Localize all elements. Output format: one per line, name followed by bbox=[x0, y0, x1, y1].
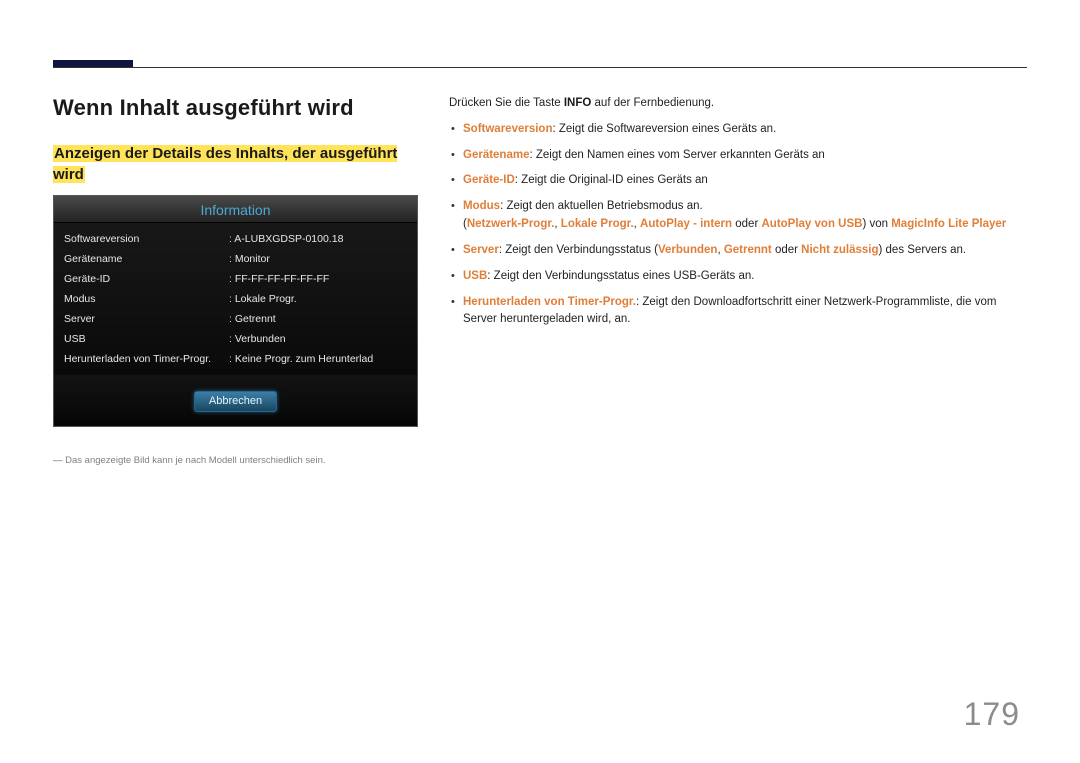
intro-text: Drücken Sie die Taste INFO auf der Fernb… bbox=[449, 95, 1027, 113]
table-row: USBVerbunden bbox=[64, 329, 407, 349]
page-number: 179 bbox=[964, 696, 1020, 733]
term: Getrennt bbox=[724, 244, 772, 256]
intro-pre: Drücken Sie die Taste bbox=[449, 97, 564, 109]
footnote: Das angezeigte Bild kann je nach Modell … bbox=[53, 455, 421, 466]
row-value: FF-FF-FF-FF-FF-FF bbox=[229, 273, 329, 285]
row-key: Geräte-ID bbox=[64, 273, 229, 285]
row-key: USB bbox=[64, 333, 229, 345]
page-title: Wenn Inhalt ausgeführt wird bbox=[53, 95, 421, 121]
text: oder bbox=[732, 218, 761, 230]
panel-body: SoftwareversionA-LUBXGDSP-0100.18 Geräte… bbox=[54, 223, 417, 375]
term: MagicInfo Lite Player bbox=[891, 218, 1006, 230]
information-panel: Information SoftwareversionA-LUBXGDSP-01… bbox=[53, 195, 418, 427]
list-item: Gerätename: Zeigt den Namen eines vom Se… bbox=[449, 147, 1027, 165]
cancel-button[interactable]: Abbrechen bbox=[194, 391, 277, 412]
row-key: Softwareversion bbox=[64, 233, 229, 245]
intro-post: auf der Fernbedienung. bbox=[591, 97, 714, 109]
table-row: Geräte-IDFF-FF-FF-FF-FF-FF bbox=[64, 269, 407, 289]
table-row: Herunterladen von Timer-Progr.Keine Prog… bbox=[64, 349, 407, 369]
term: Server bbox=[463, 244, 499, 256]
list-item: Server: Zeigt den Verbindungsstatus (Ver… bbox=[449, 242, 1027, 260]
term: Softwareversion bbox=[463, 123, 552, 135]
row-key: Gerätename bbox=[64, 253, 229, 265]
text: ) des Servers an. bbox=[879, 244, 967, 256]
term: AutoPlay - intern bbox=[640, 218, 732, 230]
list-item: Herunterladen von Timer-Progr.: Zeigt de… bbox=[449, 294, 1027, 330]
row-value: Verbunden bbox=[229, 333, 286, 345]
row-key: Herunterladen von Timer-Progr. bbox=[64, 353, 229, 365]
description-list: Softwareversion: Zeigt die Softwareversi… bbox=[449, 121, 1027, 329]
term: Netzwerk-Progr. bbox=[467, 218, 555, 230]
row-value: Keine Progr. zum Herunterlad bbox=[229, 353, 373, 365]
term: Nicht zulässig bbox=[801, 244, 878, 256]
section-heading: Anzeigen der Details des Inhalts, der au… bbox=[53, 143, 421, 185]
text: ) von bbox=[862, 218, 891, 230]
panel-title: Information bbox=[54, 196, 417, 223]
row-key: Server bbox=[64, 313, 229, 325]
term: Verbunden bbox=[658, 244, 717, 256]
term-desc: : Zeigt die Softwareversion eines Geräts… bbox=[552, 123, 776, 135]
row-value: Lokale Progr. bbox=[229, 293, 297, 305]
table-row: ServerGetrennt bbox=[64, 309, 407, 329]
list-item: Geräte-ID: Zeigt die Original-ID eines G… bbox=[449, 172, 1027, 190]
term: Geräte-ID bbox=[463, 174, 515, 186]
text: : Zeigt den Verbindungsstatus ( bbox=[499, 244, 658, 256]
term: AutoPlay von USB bbox=[761, 218, 862, 230]
modus-sub-line: (Netzwerk-Progr., Lokale Progr., AutoPla… bbox=[463, 216, 1027, 234]
term: USB bbox=[463, 270, 487, 282]
top-divider bbox=[53, 67, 1027, 68]
term: Lokale Progr. bbox=[561, 218, 634, 230]
row-value: Monitor bbox=[229, 253, 270, 265]
table-row: GerätenameMonitor bbox=[64, 249, 407, 269]
term-desc: : Zeigt den Namen eines vom Server erkan… bbox=[529, 149, 824, 161]
row-key: Modus bbox=[64, 293, 229, 305]
term-desc: : Zeigt den Verbindungsstatus eines USB-… bbox=[487, 270, 754, 282]
section-heading-text: Anzeigen der Details des Inhalts, der au… bbox=[53, 145, 397, 183]
term: Herunterladen von Timer-Progr. bbox=[463, 296, 636, 308]
intro-bold: INFO bbox=[564, 97, 591, 109]
row-value: A-LUBXGDSP-0100.18 bbox=[229, 233, 343, 245]
text: oder bbox=[772, 244, 801, 256]
term-desc: : Zeigt die Original-ID eines Geräts an bbox=[515, 174, 708, 186]
table-row: ModusLokale Progr. bbox=[64, 289, 407, 309]
term: Gerätename bbox=[463, 149, 529, 161]
table-row: SoftwareversionA-LUBXGDSP-0100.18 bbox=[64, 229, 407, 249]
term: Modus bbox=[463, 200, 500, 212]
term-desc: : Zeigt den aktuellen Betriebsmodus an. bbox=[500, 200, 703, 212]
row-value: Getrennt bbox=[229, 313, 276, 325]
list-item: Softwareversion: Zeigt die Softwareversi… bbox=[449, 121, 1027, 139]
right-column: Drücken Sie die Taste INFO auf der Fernb… bbox=[449, 95, 1027, 466]
panel-footer: Abbrechen bbox=[54, 375, 417, 426]
list-item: USB: Zeigt den Verbindungsstatus eines U… bbox=[449, 268, 1027, 286]
left-column: Wenn Inhalt ausgeführt wird Anzeigen der… bbox=[53, 95, 421, 466]
list-item: Modus: Zeigt den aktuellen Betriebsmodus… bbox=[449, 198, 1027, 234]
page-content: Wenn Inhalt ausgeführt wird Anzeigen der… bbox=[53, 95, 1027, 466]
